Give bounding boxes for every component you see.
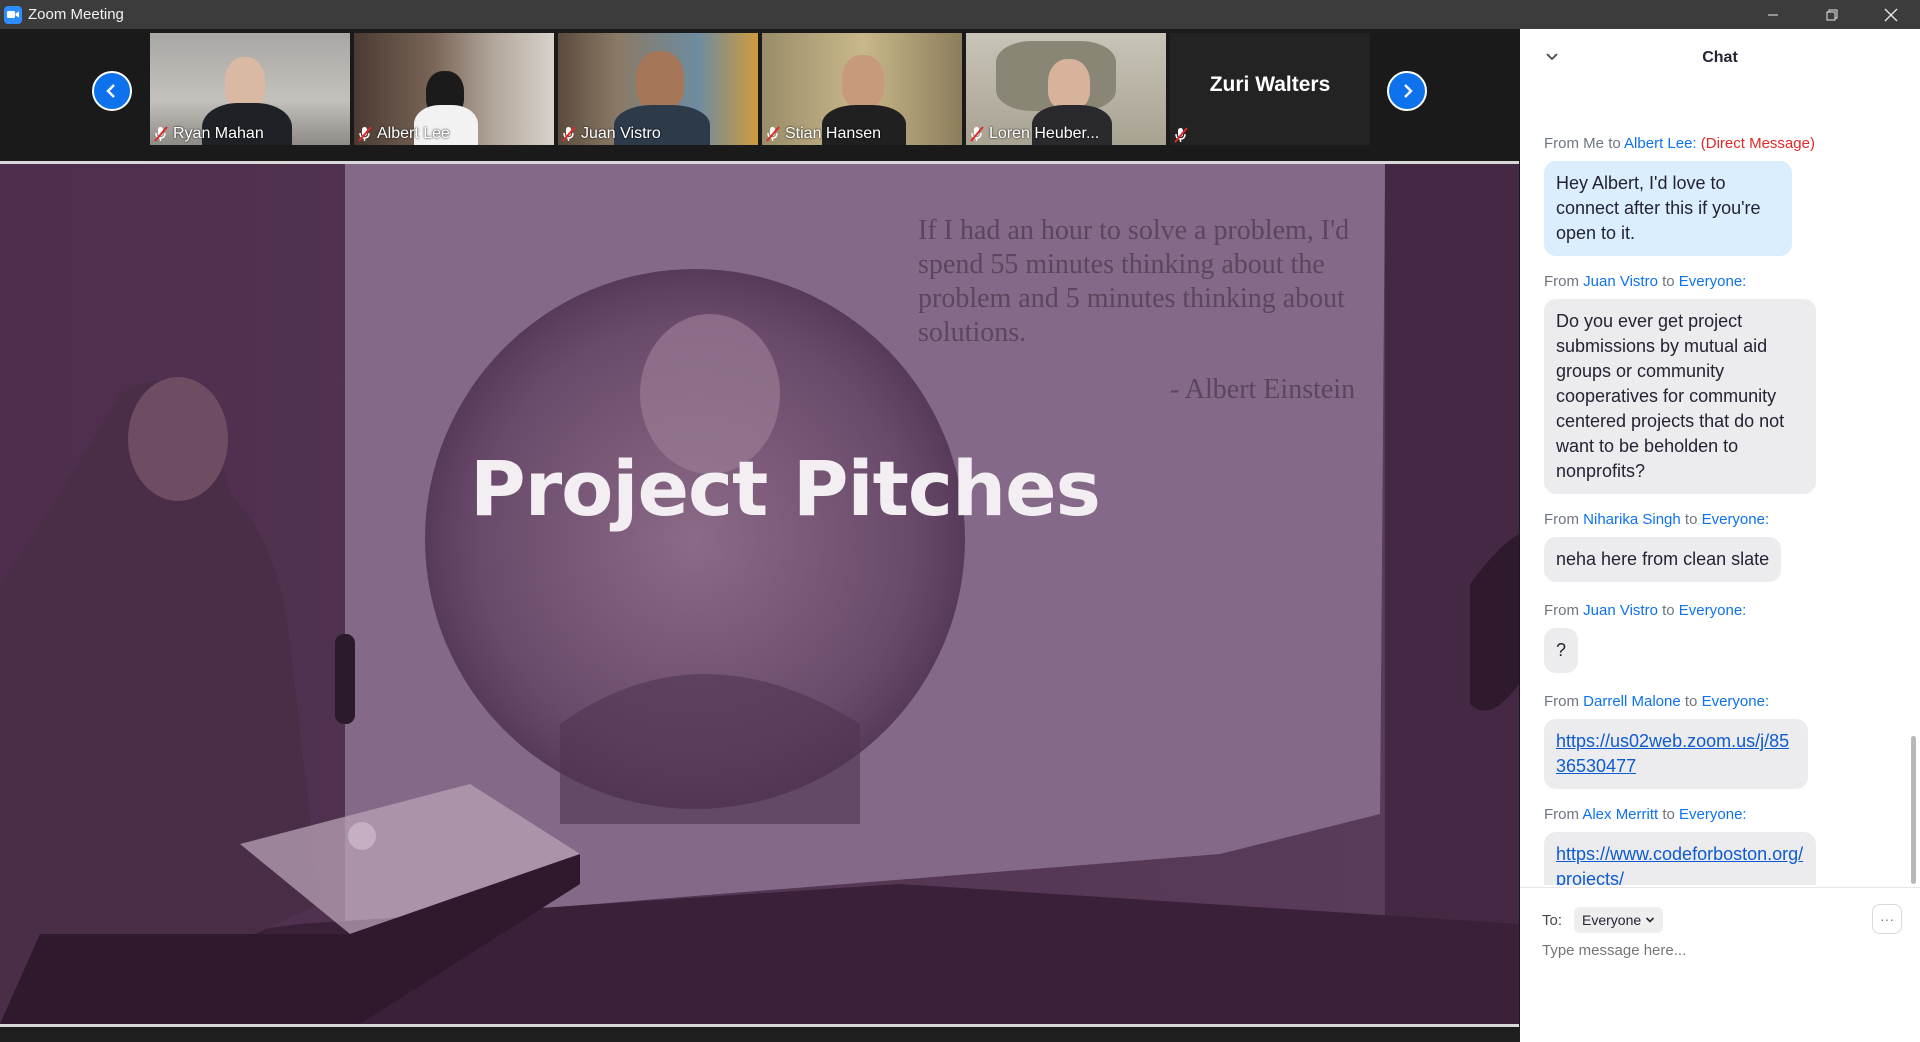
message-bubble: Hey Albert, I'd love to connect after th… xyxy=(1544,161,1792,256)
message-bubble: Do you ever get project submissions by m… xyxy=(1544,299,1816,494)
participant-name: Albert Lee xyxy=(377,125,450,142)
chat-message: From Alex Merritt to Everyone: https://w… xyxy=(1544,806,1816,885)
chevron-down-icon xyxy=(1646,917,1655,923)
recipient-name[interactable]: Everyone: xyxy=(1679,602,1747,619)
recipient-name[interactable]: Albert Lee: xyxy=(1624,135,1697,152)
restore-button[interactable] xyxy=(1802,0,1861,29)
recipient-row: To: Everyone xyxy=(1542,907,1664,933)
muted-mic-icon xyxy=(562,126,576,142)
chat-message: From Darrell Malone to Everyone: https:/… xyxy=(1544,693,1808,789)
chat-message-input[interactable] xyxy=(1542,942,1882,959)
sender-name: Me xyxy=(1583,135,1605,152)
chat-divider xyxy=(1520,887,1920,888)
message-bubble: ? xyxy=(1544,628,1579,673)
recipient-dropdown[interactable]: Everyone xyxy=(1574,907,1664,933)
sender-name[interactable]: Juan Vistro xyxy=(1583,602,1658,619)
slide-quote: If I had an hour to solve a problem, I'd… xyxy=(918,215,1350,348)
message-bubble: https://www.codeforboston.org/projects/ xyxy=(1544,832,1816,885)
message-bubble: neha here from clean slate xyxy=(1544,537,1782,582)
muted-mic-icon xyxy=(970,126,984,142)
participant-tile[interactable]: Stian Hansen xyxy=(762,33,962,145)
chat-panel: Chat From Me to Albert Lee: (Direct Mess… xyxy=(1520,29,1920,1042)
message-header: From Niharika Singh to Everyone: xyxy=(1544,511,1770,528)
minimize-icon xyxy=(1767,14,1778,15)
message-link[interactable]: https://www.codeforboston.org/projects/ xyxy=(1556,844,1803,885)
participant-name: Stian Hansen xyxy=(785,125,882,142)
muted-mic-icon xyxy=(766,126,780,142)
participant-tile[interactable]: Loren Heuber... xyxy=(966,33,1166,145)
slide-quote-author: - Albert Einstein xyxy=(1170,374,1356,405)
participant-name: Loren Heuber... xyxy=(989,125,1100,142)
slide-title: Project Pitches xyxy=(470,444,1101,533)
recipient-name[interactable]: Everyone: xyxy=(1679,273,1747,290)
recipient-name[interactable]: Everyone: xyxy=(1679,806,1747,823)
chat-message: From Juan Vistro to Everyone: Do you eve… xyxy=(1544,273,1816,494)
window-title: Zoom Meeting xyxy=(28,6,124,23)
sender-name[interactable]: Niharika Singh xyxy=(1583,511,1681,528)
more-options-button[interactable]: ··· xyxy=(1872,904,1902,934)
participant-gallery-strip: Ryan Mahan Albert Lee Juan Vistro Stian … xyxy=(0,29,1520,161)
direct-message-tag: (Direct Message) xyxy=(1700,135,1815,152)
message-header: From Juan Vistro to Everyone: xyxy=(1544,273,1747,290)
restore-icon xyxy=(1826,9,1837,20)
message-header: From Me to Albert Lee: (Direct Message) xyxy=(1544,135,1815,152)
sender-name[interactable]: Alex Merritt xyxy=(1582,806,1658,823)
participant-name: Juan Vistro xyxy=(581,125,661,142)
chevron-right-icon xyxy=(1404,84,1413,98)
recipient-name[interactable]: Everyone: xyxy=(1702,693,1770,710)
message-header: From Juan Vistro to Everyone: xyxy=(1544,602,1747,619)
chat-message: From Me to Albert Lee: (Direct Message) … xyxy=(1544,135,1815,256)
close-icon xyxy=(1884,8,1897,21)
muted-mic-icon xyxy=(154,126,168,142)
minimize-button[interactable] xyxy=(1743,0,1802,29)
chat-scrollbar-thumb[interactable] xyxy=(1911,736,1916,884)
participant-tile[interactable]: Juan Vistro xyxy=(558,33,758,145)
shared-screen: If I had an hour to solve a problem, I'd… xyxy=(0,161,1519,1027)
chat-header: Chat xyxy=(1520,29,1920,85)
recipient-name[interactable]: Everyone: xyxy=(1702,511,1770,528)
message-header: From Darrell Malone to Everyone: xyxy=(1544,693,1770,710)
message-bubble: https://us02web.zoom.us/j/8536530477 xyxy=(1544,719,1808,789)
message-link[interactable]: https://us02web.zoom.us/j/8536530477 xyxy=(1556,731,1789,776)
chat-message: From Niharika Singh to Everyone: neha he… xyxy=(1544,511,1782,582)
bottom-bar xyxy=(0,1027,1520,1042)
gallery-previous-button[interactable] xyxy=(92,71,132,111)
participant-tile[interactable]: Albert Lee xyxy=(354,33,554,145)
gallery-next-button[interactable] xyxy=(1387,71,1427,111)
muted-mic-icon xyxy=(358,126,372,142)
sender-name[interactable]: Darrell Malone xyxy=(1583,693,1681,710)
to-label: To: xyxy=(1542,911,1563,929)
window-titlebar: Zoom Meeting xyxy=(0,0,1920,29)
chat-title: Chat xyxy=(1702,49,1738,66)
message-header: From Alex Merritt to Everyone: xyxy=(1544,806,1747,823)
close-button[interactable] xyxy=(1861,0,1920,29)
zoom-app-icon xyxy=(4,5,22,24)
sender-name[interactable]: Juan Vistro xyxy=(1583,273,1658,290)
more-icon: ··· xyxy=(1880,911,1894,927)
chat-message-list[interactable]: From Me to Albert Lee: (Direct Message) … xyxy=(1520,85,1908,885)
participant-tile[interactable]: Ryan Mahan xyxy=(150,33,350,145)
chevron-left-icon xyxy=(106,84,115,98)
participant-tile[interactable]: Zuri Walters xyxy=(1170,33,1370,145)
chat-message: From Juan Vistro to Everyone: ? xyxy=(1544,602,1746,673)
recipient-value: Everyone xyxy=(1582,912,1642,928)
participant-name-large: Zuri Walters xyxy=(1209,73,1331,96)
muted-mic-icon xyxy=(1174,127,1188,143)
participant-name: Ryan Mahan xyxy=(173,125,264,142)
